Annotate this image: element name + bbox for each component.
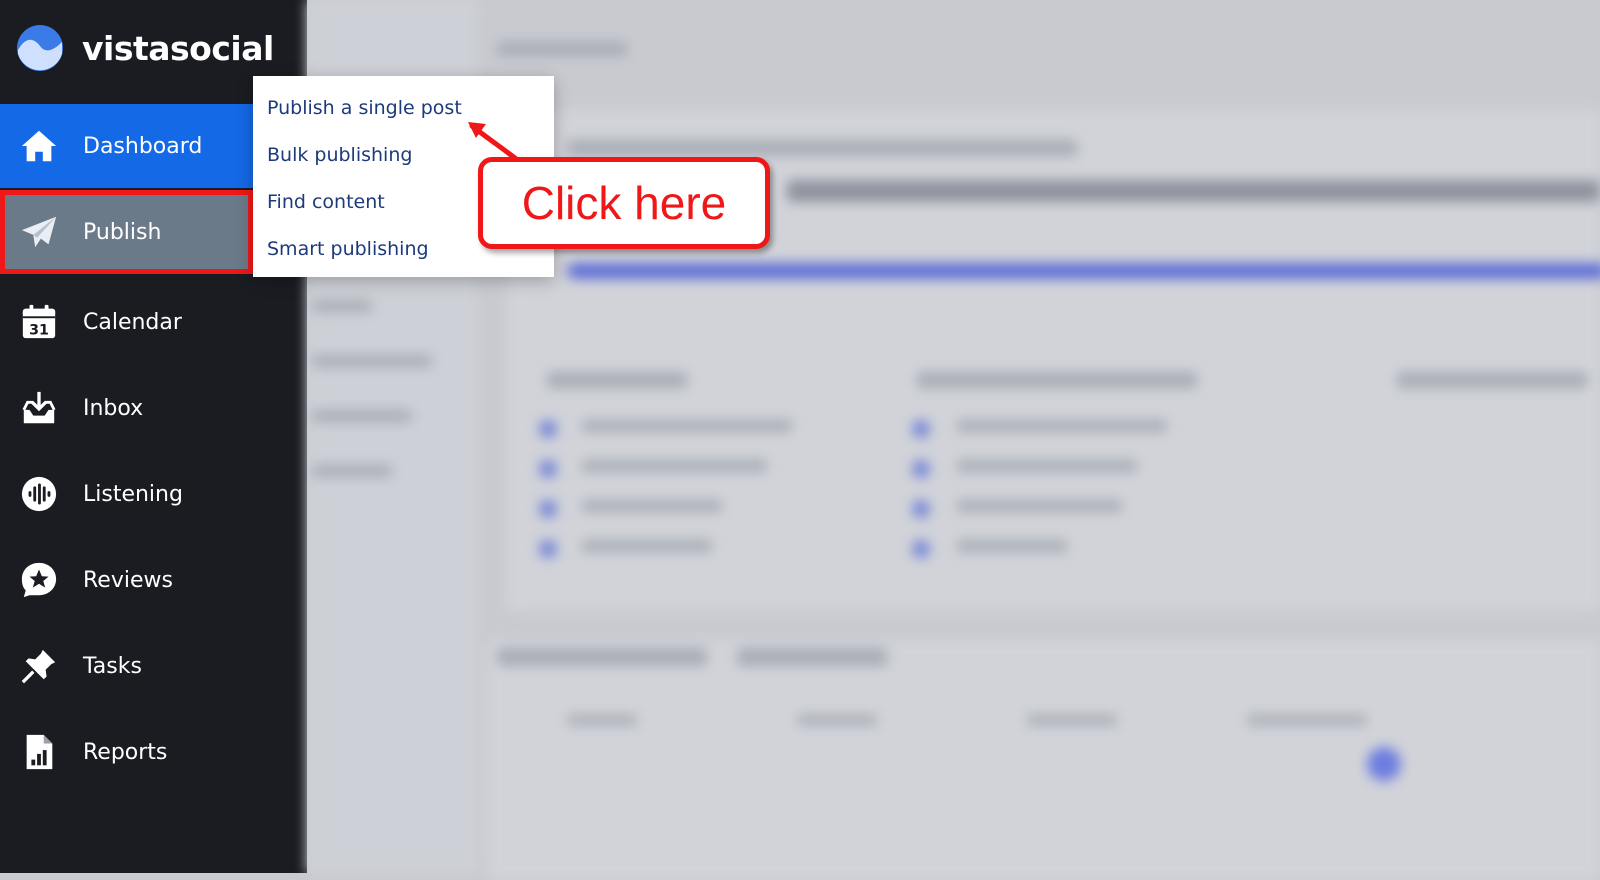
home-icon [19,126,59,166]
sidebar-item-label: Listening [83,481,183,507]
sidebar-item-label: Calendar [83,309,182,335]
progress-bar-blurred [567,263,1600,279]
sidebar-item-reviews[interactable]: Reviews [0,538,253,622]
sidebar-item-publish[interactable]: Publish [0,190,253,274]
sidebar-item-tasks[interactable]: Tasks [0,624,253,708]
inbox-icon [19,388,59,428]
click-here-callout: Click here [478,157,770,249]
paper-plane-icon [19,212,59,252]
brand[interactable]: vistasocial [16,20,274,76]
sidebar-item-calendar[interactable]: 31 Calendar [0,280,253,364]
soundwave-icon [19,474,59,514]
sidebar-item-label: Tasks [83,653,142,679]
calendar-icon: 31 [19,302,59,342]
sidebar-item-label: Reports [83,739,168,765]
report-chart-icon [19,732,59,772]
content-calendar-card [487,640,1600,880]
sidebar-item-label: Reviews [83,567,173,593]
sidebar-item-reports[interactable]: Reports [0,710,253,794]
sidebar-item-listening[interactable]: Listening [0,452,253,536]
sidebar-item-label: Dashboard [83,133,203,159]
star-badge-icon [19,560,59,600]
calendar-badge: 31 [29,322,49,338]
wave-circle-icon [17,25,63,71]
pushpin-icon [19,646,59,686]
sidebar-item-inbox[interactable]: Inbox [0,366,253,450]
sidebar-item-dashboard[interactable]: Dashboard [0,104,253,188]
sidebar-item-label: Publish [83,219,162,245]
brand-name: vistasocial [82,28,274,68]
callout-text: Click here [521,177,727,229]
sidebar-item-label: Inbox [83,395,144,421]
